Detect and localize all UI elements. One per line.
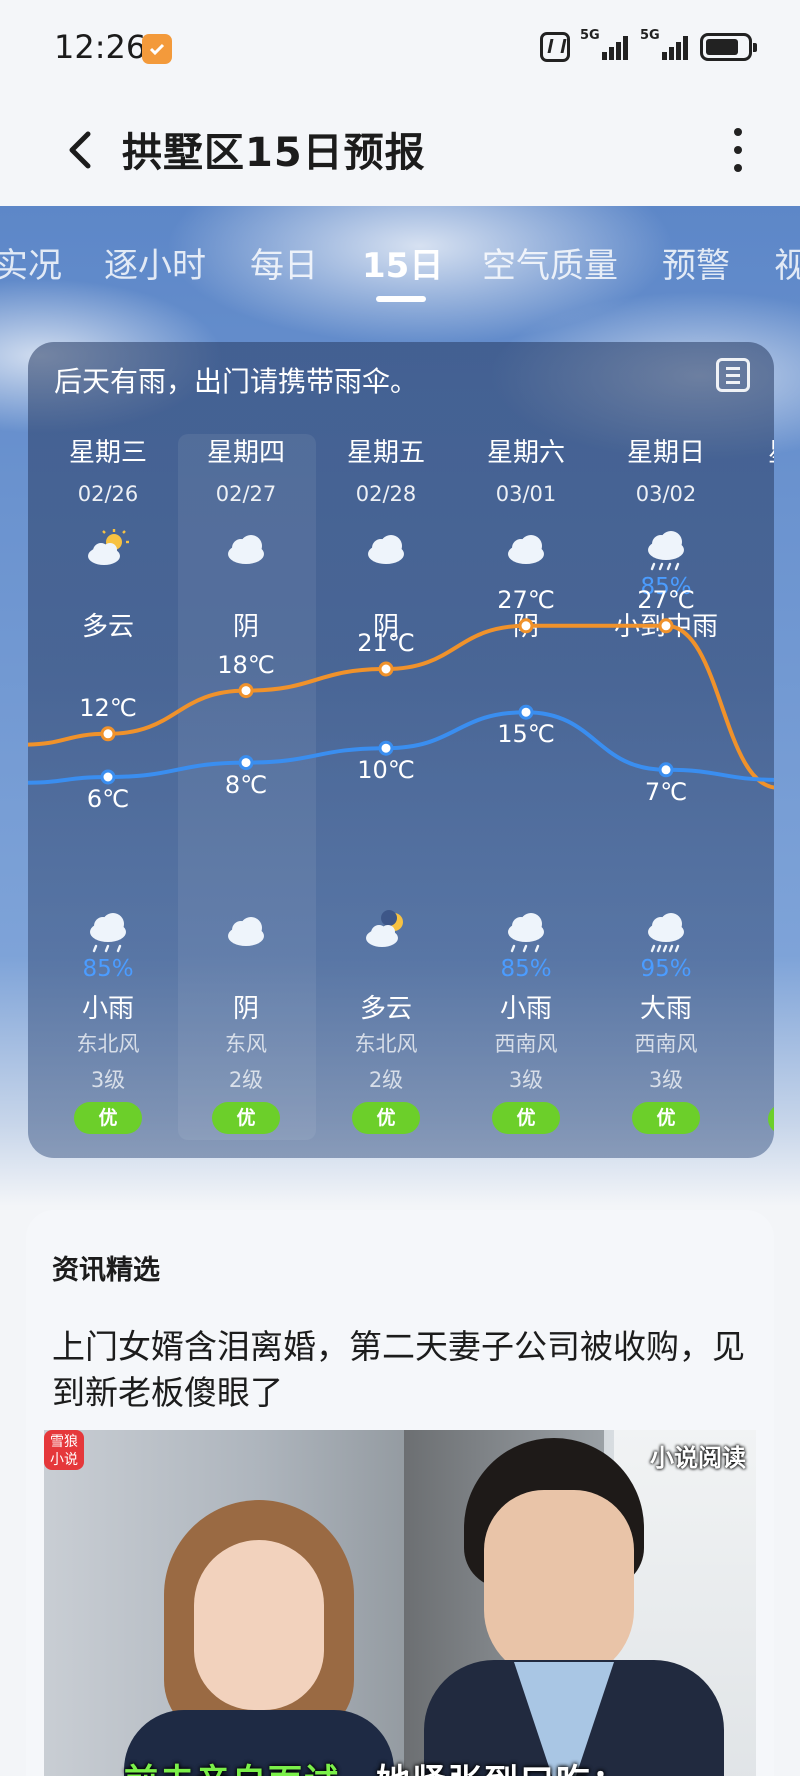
tab-hourly[interactable]: 逐小时 <box>104 238 206 287</box>
status-time: 12:26 <box>54 28 147 66</box>
tab-daily[interactable]: 每日 <box>250 238 318 287</box>
high-temp-label: 18℃ <box>217 650 275 679</box>
tab-video[interactable]: 视 <box>774 238 800 287</box>
news-source-logo: 雪狼小说 <box>44 1430 84 1470</box>
high-temp-point <box>238 683 254 699</box>
back-button[interactable] <box>56 120 116 180</box>
app-bar: 拱墅区15日预报 <box>0 96 800 206</box>
news-image-caption: 前夫亲自面试，她紧张到口吃： <box>124 1754 628 1776</box>
high-temp-label: 12℃ <box>79 693 137 722</box>
low-temp-point <box>238 755 254 771</box>
high-temp-point <box>100 726 116 742</box>
tab-bar: 实况 逐小时 每日 15日 空气质量 预警 视 <box>0 206 800 306</box>
high-temp-label: 27℃ <box>497 585 555 614</box>
high-temp-label: 21℃ <box>357 629 415 657</box>
news-image[interactable]: 雪狼小说 小说阅读 前夫亲自面试，她紧张到口吃： <box>44 1430 756 1776</box>
more-dot-icon <box>734 164 742 172</box>
tab-live[interactable]: 实况 <box>0 238 62 287</box>
low-temp-point <box>378 740 394 756</box>
low-temp-point <box>518 704 534 720</box>
high-temp-label: 27℃ <box>637 585 695 614</box>
more-dot-icon <box>734 128 742 136</box>
low-temp-point <box>100 769 116 785</box>
status-icons: 5G 5G <box>540 28 757 62</box>
news-image-tag: 小说阅读 <box>650 1444 746 1472</box>
chevron-left-icon <box>69 131 91 169</box>
news-headline[interactable]: 上门女婿含泪离婚，第二天妻子公司被收购，见到新老板傻眼了 <box>52 1324 752 1416</box>
tab-air-quality[interactable]: 空气质量 <box>482 238 618 287</box>
low-temp-label: 15℃ <box>497 720 555 749</box>
status-bar: 12:26 5G 5G <box>0 0 800 96</box>
forecast-card[interactable]: 后天有雨，出门请携带雨伞。 星期三 02/26 多云 85% 小雨 东北风 3级优星期四 02… <box>28 342 774 1158</box>
low-temp-label: 7℃ <box>644 777 688 806</box>
high-temp-point <box>378 661 394 677</box>
temperature-chart <box>28 618 774 790</box>
news-section-title: 资讯精选 <box>52 1255 160 1286</box>
more-options-button[interactable] <box>720 122 756 178</box>
low-temp-point <box>658 762 674 778</box>
tab-15day[interactable]: 15日 <box>362 238 443 287</box>
high-temp-point <box>658 618 674 634</box>
notification-app-icon <box>142 34 172 64</box>
low-temp-label: 8℃ <box>224 770 268 799</box>
low-temp-label: 6℃ <box>86 785 130 813</box>
tab-warning[interactable]: 预警 <box>662 238 730 287</box>
signal-icon-2: 5G <box>640 28 690 62</box>
more-dot-icon <box>734 146 742 154</box>
signal-icon: 5G <box>580 28 630 62</box>
page-title: 拱墅区15日预报 <box>122 130 426 176</box>
high-temp-point <box>518 618 534 634</box>
low-temp-label: 10℃ <box>357 756 415 785</box>
news-card: 资讯精选 上门女婿含泪离婚，第二天妻子公司被收购，见到新老板傻眼了 雪狼小说 小… <box>26 1210 774 1776</box>
active-tab-indicator <box>376 296 426 302</box>
nfc-icon <box>540 32 570 62</box>
battery-icon <box>700 33 757 61</box>
